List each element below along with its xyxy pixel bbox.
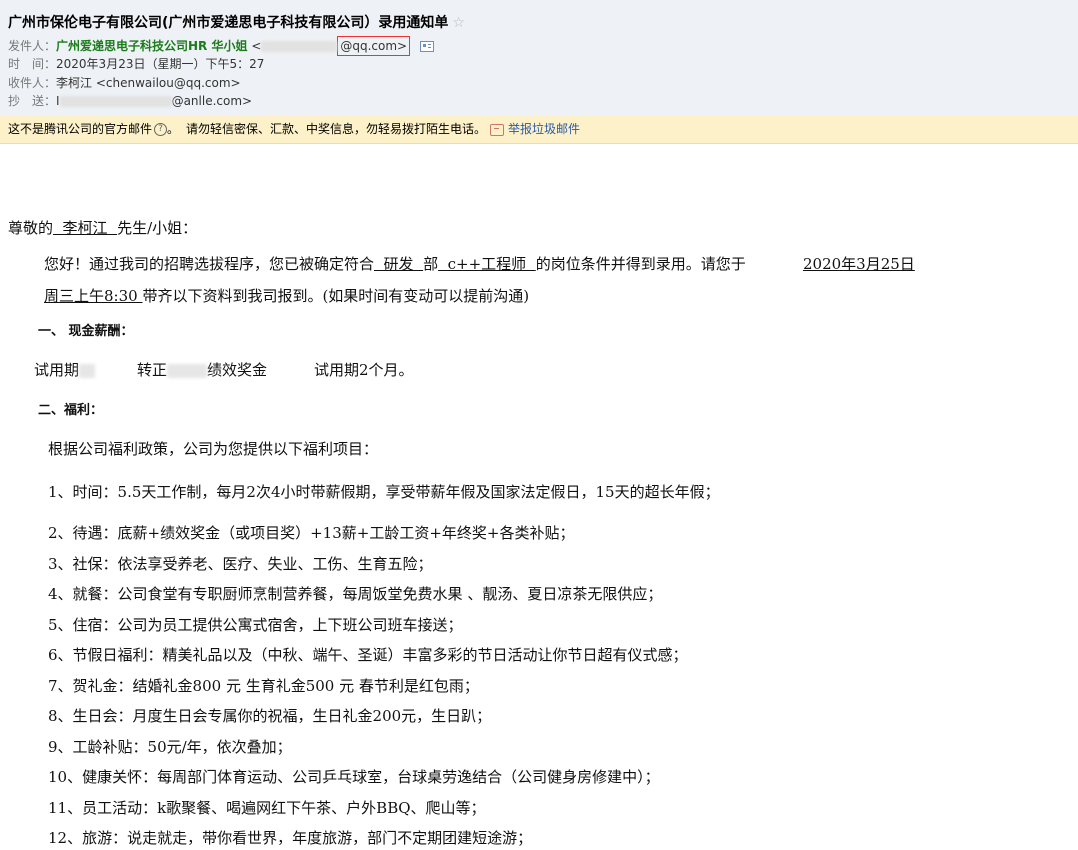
time-label: 时 间： — [8, 57, 57, 71]
salary-regular-label: 转正 — [137, 361, 168, 379]
redacted-probation-salary — [79, 364, 96, 378]
welfare-item: 6、节假日福利：精美礼品以及（中秋、端午、圣诞）丰富多彩的节日活动让你节日超有仪… — [48, 646, 688, 664]
offer-paragraph-line2: 周三上午8:30 带齐以下资料到我司报到。(如果时间有变动可以提前沟通) — [44, 286, 529, 306]
offer-paragraph-line1: 您好！通过我司的招聘选拔程序，您已被确定符合 研发 部 c++工程师 的岗位条件… — [44, 254, 746, 274]
sender-email-open: < — [251, 39, 262, 53]
offer-text-c: 的岗位条件并得到录用。请您于 — [535, 255, 746, 273]
section-welfare: 二、福利： — [38, 403, 104, 418]
cc-label: 抄 送： — [8, 94, 57, 108]
welfare-item: 12、旅游：说走就走，带你看世界，年度旅游，部门不定期团建短途游； — [48, 829, 533, 847]
sender-name[interactable]: 广州爱递思电子科技公司HR 华小姐 — [56, 39, 247, 53]
salary-bonus-label: 绩效奖金 — [207, 361, 268, 379]
caution-text: 请勿轻信密保、汇款、中奖信息，勿轻易拨打陌生电话。 — [186, 122, 487, 136]
report-date: 2020年3月25日 — [803, 255, 915, 273]
probation-period: 试用期2个月。 — [314, 361, 414, 379]
from-label: 发件人： — [8, 39, 57, 53]
report-spam-label[interactable]: 举报垃圾邮件 — [508, 122, 580, 136]
salary-line: 试用期 — [34, 360, 96, 380]
welfare-item: 11、员工活动：k歌聚餐、喝遍网红下午茶、户外BBQ、爬山等； — [48, 799, 486, 817]
welfare-item: 4、就餐：公司食堂有专职厨师烹制营养餐，每周饭堂免费水果 、靓汤、夏日凉茶无限供… — [48, 585, 663, 603]
mail-header: 广州市保伦电子有限公司(广州市爱递思电子科技有限公司）录用通知单 ☆ 发件人：广州… — [0, 0, 1078, 117]
cc-row: 抄 送：I @anlle.com> — [8, 92, 252, 110]
welfare-item: 10、健康关怀：每周部门体育运动、公司乒乓球室，台球桌劳逸结合（公司健身房修建中… — [48, 768, 660, 786]
contact-card-icon[interactable] — [420, 41, 435, 52]
welfare-item: 2、待遇：底薪+绩效奖金（或项目奖）+13薪+工龄工资+年终奖+各类补贴； — [48, 524, 575, 542]
welfare-item: 7、贺礼金：结婚礼金800 元 生育礼金500 元 春节利是红包雨； — [48, 677, 479, 695]
welfare-item: 1、时间：5.5天工作制，每月2次4小时带薪假期，享受带薪年假及国家法定假日，1… — [48, 483, 720, 501]
department: 研发 — [374, 255, 424, 273]
welfare-item: 5、住宿：公司为员工提供公寓式宿舍，上下班公司班车接送； — [48, 616, 463, 634]
from-row: 发件人：广州爱递思电子科技公司HR 华小姐 < @qq.com> — [8, 36, 435, 56]
welfare-item: 9、工龄补贴：50元/年，依次叠加； — [48, 738, 292, 756]
salary-regular-line: 转正 绩效奖金 — [137, 360, 267, 380]
mail-subject: 广州市保伦电子有限公司(广州市爱递思电子科技有限公司）录用通知单 ☆ — [8, 12, 465, 32]
security-warning-bar: 这不是腾讯公司的官方邮件?。 请勿轻信密保、汇款、中奖信息，勿轻易拨打陌生电话。… — [0, 116, 1078, 144]
mail-body: 尊敬的 李柯江 先生/小姐： 您好！通过我司的招聘选拔程序，您已被确定符合 研发… — [0, 144, 1078, 850]
help-icon[interactable]: ? — [154, 123, 168, 136]
sender-email-domain[interactable]: @qq.com> — [337, 36, 411, 56]
section-cash-salary: 一、 现金薪酬： — [38, 324, 134, 339]
greeting-prefix: 尊敬的 — [8, 219, 54, 237]
welfare-item: 3、社保：依法享受养老、医疗、失业、工伤、生育五险； — [48, 555, 433, 573]
offer-text-b: 部 — [423, 255, 439, 273]
offer-text-d: 带齐以下资料到我司报到。(如果时间有变动可以提前沟通) — [142, 287, 530, 305]
greeting-suffix: 先生/小姐： — [117, 219, 198, 237]
star-icon[interactable]: ☆ — [452, 15, 465, 31]
welfare-item: 8、生日会：月度生日会专属你的祝福，生日礼金200元，生日趴； — [48, 707, 492, 725]
time-value: 2020年3月23日（星期一）下午5：27 — [56, 57, 265, 71]
recipient[interactable]: 李柯江 <chenwailou@qq.com> — [56, 76, 241, 90]
to-row: 收件人：李柯江 <chenwailou@qq.com> — [8, 74, 241, 92]
welfare-intro: 根据公司福利政策，公司为您提供以下福利项目： — [48, 440, 379, 458]
not-official-text: 这不是腾讯公司的官方邮件 — [8, 122, 153, 136]
cc-email-suffix[interactable]: @anlle.com> — [172, 94, 253, 108]
report-icon — [490, 123, 504, 136]
to-label: 收件人： — [8, 76, 57, 90]
redacted-cc — [59, 96, 172, 107]
position: c++工程师 — [438, 255, 536, 273]
redacted-regular-salary — [167, 364, 208, 378]
report-spam-link[interactable]: 举报垃圾邮件 — [490, 116, 580, 143]
not-official-notice: 这不是腾讯公司的官方邮件?。 — [8, 122, 180, 136]
redacted-email — [261, 41, 338, 52]
subject-text: 广州市保伦电子有限公司(广州市爱递思电子科技有限公司）录用通知单 — [8, 15, 449, 31]
candidate-name: 李柯江 — [53, 219, 118, 237]
report-time: 周三上午8:30 — [44, 287, 143, 305]
time-row: 时 间：2020年3月23日（星期一）下午5：27 — [8, 55, 264, 73]
greeting: 尊敬的 李柯江 先生/小姐： — [8, 218, 197, 238]
salary-probation-label: 试用期 — [34, 361, 80, 379]
offer-text-a: 您好！通过我司的招聘选拔程序，您已被确定符合 — [44, 255, 375, 273]
